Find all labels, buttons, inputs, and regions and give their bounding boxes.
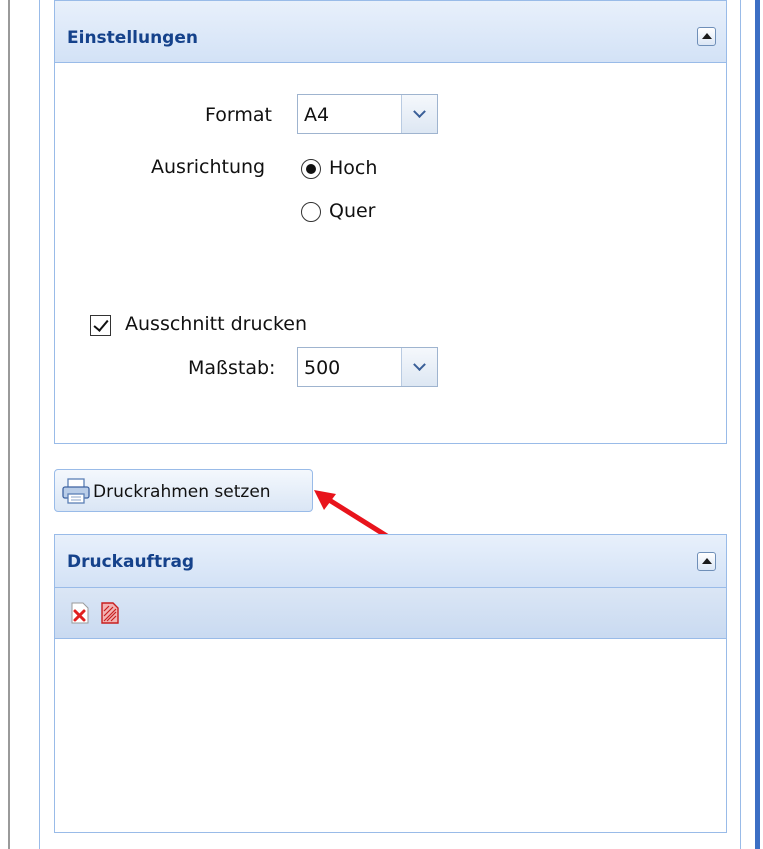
settings-collapse-icon[interactable] bbox=[697, 27, 716, 46]
panel-frame-left bbox=[39, 0, 40, 849]
scale-value: 500 bbox=[304, 357, 341, 379]
print-job-toolbar bbox=[55, 588, 726, 639]
format-select[interactable]: A4 bbox=[297, 94, 438, 134]
orientation-landscape-label[interactable]: Quer bbox=[329, 200, 376, 222]
orientation-portrait-radio[interactable] bbox=[301, 159, 321, 179]
splitter-bar[interactable] bbox=[755, 0, 760, 849]
delete-icon[interactable] bbox=[69, 601, 91, 625]
scale-label: Maßstab: bbox=[188, 357, 276, 379]
print-job-panel-title: Druckauftrag bbox=[67, 552, 195, 572]
orientation-portrait-label[interactable]: Hoch bbox=[329, 157, 377, 179]
orientation-label: Ausrichtung bbox=[151, 156, 266, 178]
format-dropdown-chevron-icon[interactable] bbox=[401, 95, 437, 133]
scale-select[interactable]: 500 bbox=[297, 347, 438, 387]
printer-icon bbox=[62, 478, 90, 504]
set-print-frame-button[interactable]: Druckrahmen setzen bbox=[54, 469, 313, 512]
settings-panel-header[interactable]: Einstellungen bbox=[55, 0, 726, 63]
print-job-collapse-icon[interactable] bbox=[697, 552, 716, 571]
orientation-landscape-radio[interactable] bbox=[301, 202, 321, 222]
pdf-document-icon[interactable] bbox=[99, 601, 121, 625]
set-print-frame-label: Druckrahmen setzen bbox=[93, 482, 271, 502]
print-job-panel: Druckauftrag bbox=[54, 534, 727, 833]
panel-frame-right bbox=[740, 0, 741, 849]
format-label: Format bbox=[205, 104, 272, 126]
print-job-panel-header[interactable]: Druckauftrag bbox=[55, 535, 726, 588]
clip-print-label[interactable]: Ausschnitt drucken bbox=[125, 313, 307, 335]
settings-panel-title: Einstellungen bbox=[67, 28, 198, 48]
scale-dropdown-chevron-icon[interactable] bbox=[401, 348, 437, 386]
format-value: A4 bbox=[304, 104, 330, 126]
clip-print-checkbox[interactable] bbox=[90, 315, 111, 336]
settings-panel: Einstellungen Format A4 Ausrichtung Hoch… bbox=[54, 0, 727, 444]
outer-frame-left bbox=[8, 0, 10, 849]
